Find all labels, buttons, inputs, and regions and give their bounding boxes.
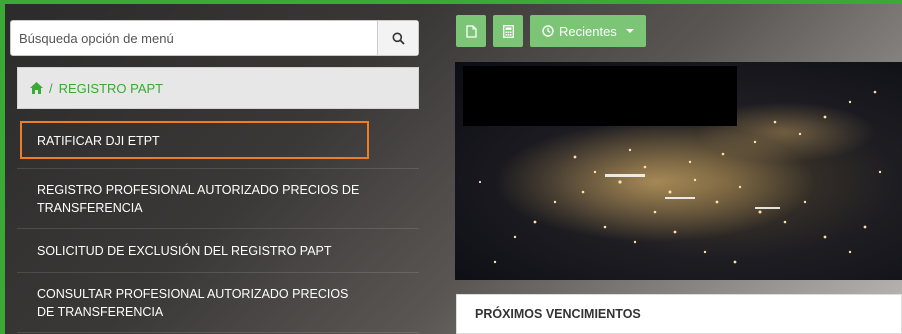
search-button[interactable] <box>377 21 418 55</box>
calculator-button[interactable] <box>493 15 523 47</box>
home-icon[interactable] <box>30 82 43 94</box>
menu-item-solicitud-exclusion[interactable]: SOLICITUD DE EXCLUSIÓN DEL REGISTRO PAPT <box>17 229 419 273</box>
menu-item-label: SOLICITUD DE EXCLUSIÓN DEL REGISTRO PAPT <box>37 243 332 258</box>
redacted-region <box>463 66 737 126</box>
breadcrumb: / REGISTRO PAPT <box>17 67 419 109</box>
sidebar: / REGISTRO PAPT RATIFICAR DJI ETPT REGIS… <box>17 67 419 334</box>
new-document-button[interactable] <box>456 15 486 47</box>
menu-item-consultar-profesional[interactable]: CONSULTAR PROFESIONAL AUTORIZADO PRECIOS… <box>17 273 419 333</box>
city-night-banner <box>455 62 902 280</box>
toolbar: Recientes <box>456 15 646 47</box>
search-input[interactable] <box>11 21 379 55</box>
search-icon <box>392 32 405 45</box>
menu-item-ratificar-dji-etpt[interactable]: RATIFICAR DJI ETPT <box>17 113 419 169</box>
search-box <box>10 20 419 56</box>
breadcrumb-separator: / <box>49 80 53 96</box>
calculator-icon <box>502 24 514 38</box>
breadcrumb-current[interactable]: REGISTRO PAPT <box>59 81 164 96</box>
clock-icon <box>542 25 554 37</box>
top-accent-bar <box>0 0 902 4</box>
menu-item-label: RATIFICAR DJI ETPT <box>37 133 160 148</box>
menu-item-label: REGISTRO PROFESIONAL AUTORIZADO PRECIOS … <box>37 182 360 215</box>
menu-list: RATIFICAR DJI ETPT REGISTRO PROFESIONAL … <box>17 113 419 333</box>
proximos-vencimientos-panel: PRÓXIMOS VENCIMIENTOS <box>456 294 902 334</box>
file-icon <box>465 24 477 38</box>
recientes-label: Recientes <box>559 23 617 39</box>
caret-down-icon <box>625 29 634 33</box>
panel-title: PRÓXIMOS VENCIMIENTOS <box>475 307 641 321</box>
left-accent-bar <box>0 0 5 334</box>
menu-item-registro-profesional[interactable]: REGISTRO PROFESIONAL AUTORIZADO PRECIOS … <box>17 169 419 229</box>
app-frame: / REGISTRO PAPT RATIFICAR DJI ETPT REGIS… <box>0 0 902 334</box>
recientes-dropdown[interactable]: Recientes <box>530 15 646 47</box>
menu-item-label: CONSULTAR PROFESIONAL AUTORIZADO PRECIOS… <box>37 286 349 319</box>
